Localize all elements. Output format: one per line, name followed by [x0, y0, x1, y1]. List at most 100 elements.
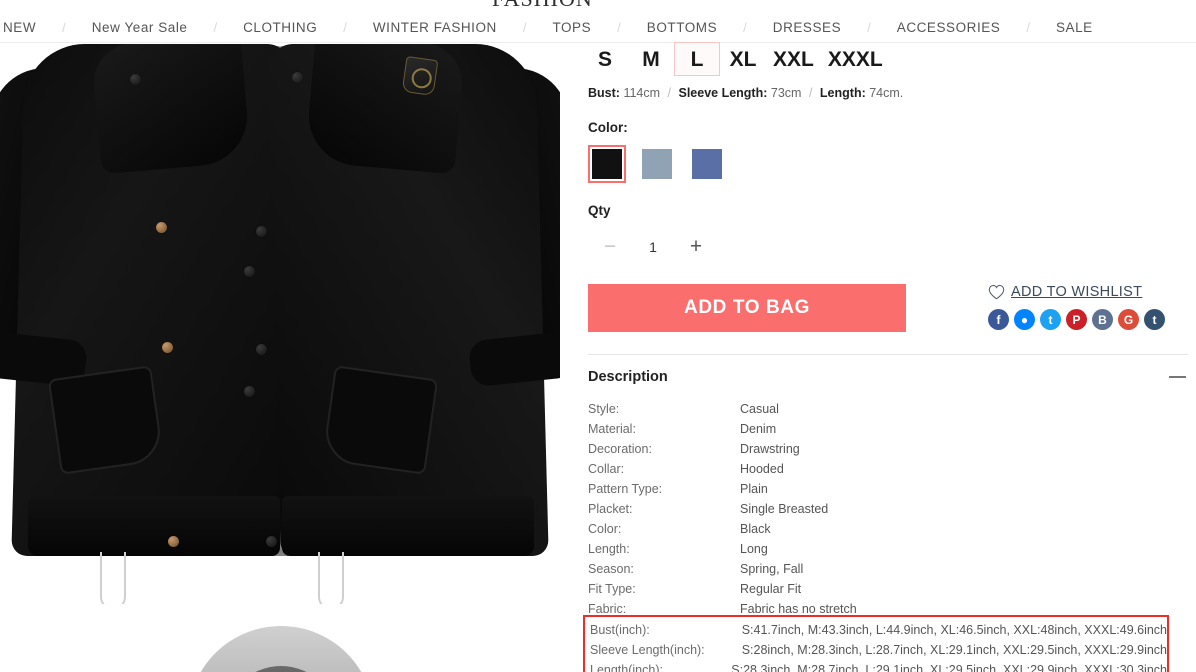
measurement-key: Bust(inch): — [590, 623, 650, 637]
size-measurements-summary: Bust: 114cm / Sleeve Length: 73cm / Leng… — [580, 86, 1196, 100]
nav-item-accessories[interactable]: ACCESSORIES — [871, 20, 1027, 35]
googleplus-icon[interactable]: G — [1118, 309, 1139, 330]
spec-value: Spring, Fall — [740, 562, 804, 576]
description-header[interactable]: Description — [580, 355, 1196, 385]
product-info: S M L XL XXL XXXL Bust: 114cm / Sleeve Length… — [580, 42, 1196, 672]
facebook-icon[interactable]: f — [988, 309, 1009, 330]
messenger-icon[interactable]: ● — [1014, 309, 1035, 330]
spec-key: Color: — [588, 522, 622, 536]
spec-key: Length: — [588, 542, 630, 556]
measurement-key: Length(inch): — [590, 663, 663, 672]
sleeve-label: Sleeve Length: — [678, 86, 768, 100]
spec-key: Material: — [588, 422, 636, 436]
spec-row: Length: Long — [588, 539, 1196, 559]
pinterest-icon[interactable]: P — [1066, 309, 1087, 330]
measurement-key: Sleeve Length(inch): — [590, 643, 705, 657]
sleeve-value: 73cm — [770, 86, 802, 100]
spec-key: Collar: — [588, 462, 625, 476]
share-column: ADD TO WISHLIST f ● t P B Gt — [988, 284, 1165, 330]
spec-key: Fit Type: — [588, 582, 636, 596]
color-swatch-black[interactable] — [588, 145, 626, 183]
measurement-value: S:41.7inch, M:43.3inch, L:44.9inch, XL:4… — [741, 623, 1167, 637]
tumblr-icon[interactable]: t — [1144, 309, 1165, 330]
spec-row: Color: Black — [588, 519, 1196, 539]
nav-item-ily-new[interactable]: ILY NEW — [0, 20, 62, 35]
size-option-xl[interactable]: XL — [720, 42, 766, 76]
spec-key: Decoration: — [588, 442, 652, 456]
spec-value: Regular Fit — [740, 582, 802, 596]
collapse-minus-icon[interactable] — [1169, 376, 1186, 378]
size-option-l[interactable]: L — [674, 42, 720, 76]
spec-row: Collar: Hooded — [588, 459, 1196, 479]
spec-value: Plain — [740, 482, 768, 496]
spec-value: Drawstring — [740, 442, 800, 456]
size-selector[interactable]: S M L XL XXL XXXL — [580, 42, 1196, 76]
qty-input[interactable]: 1 — [632, 239, 674, 255]
nav-item-sale[interactable]: SALE — [1030, 20, 1119, 35]
spec-value: Hooded — [740, 462, 784, 476]
product-page: FASHION ILY NEW/New Year Sale/CLOTHING/W… — [0, 0, 1196, 672]
size-option-xxxl[interactable]: XXXL — [821, 42, 890, 76]
color-swatch-list[interactable] — [580, 145, 1196, 183]
social-share-row[interactable]: f ● t P B Gt — [988, 309, 1165, 330]
color-label: Color: — [588, 120, 628, 135]
description-title: Description — [588, 369, 668, 385]
nav-item-new-year-sale[interactable]: New Year Sale — [66, 20, 214, 35]
spec-value: Long — [740, 542, 768, 556]
measurement-row: Sleeve Length(inch): S:28inch, M:28.3inch… — [590, 640, 1167, 660]
vk-icon[interactable]: B — [1092, 309, 1113, 330]
quantity-stepper[interactable]: − 1 + — [580, 230, 1196, 264]
spec-row: Fit Type: Regular Fit — [588, 579, 1196, 599]
main-navigation: ILY NEW/New Year Sale/CLOTHING/WINTER FA… — [0, 12, 1196, 43]
product-image-secondary[interactable] — [0, 604, 560, 672]
nav-list: ILY NEW/New Year Sale/CLOTHING/WINTER FA… — [0, 20, 1119, 35]
site-logo-strip: FASHION — [0, 0, 1196, 12]
spec-value: Denim — [740, 422, 777, 436]
bust-value: 114cm — [623, 86, 661, 100]
product-image-primary[interactable] — [0, 44, 560, 610]
color-swatch-light-blue[interactable] — [638, 145, 676, 183]
spec-row: Season: Spring, Fall — [588, 559, 1196, 579]
length-value: 74cm. — [869, 86, 904, 100]
spec-row: Pattern Type: Plain — [588, 479, 1196, 499]
size-option-s[interactable]: S — [582, 42, 628, 76]
meta-separator-2: / — [808, 86, 813, 100]
spec-row: Style: Casual — [588, 399, 1196, 419]
measurement-value: S:28inch, M:28.3inch, L:28.7inch, XL:29.… — [741, 643, 1167, 657]
spec-key: Pattern Type: — [588, 482, 663, 496]
spec-row: Placket: Single Breasted — [588, 499, 1196, 519]
size-option-xxl[interactable]: XXL — [766, 42, 821, 76]
spec-row: Material: Denim — [588, 419, 1196, 439]
color-chip — [642, 149, 672, 179]
add-to-wishlist-button[interactable]: ADD TO WISHLIST — [988, 284, 1165, 300]
qty-decrease-button[interactable]: − — [588, 230, 632, 264]
bust-label: Bust: — [588, 86, 620, 100]
spec-value: Casual — [740, 402, 779, 416]
site-logo[interactable]: FASHION — [492, 0, 593, 12]
nav-item-bottoms[interactable]: BOTTOMS — [621, 20, 743, 35]
spec-key: Placket: — [588, 502, 633, 516]
twitter-icon[interactable]: t — [1040, 309, 1061, 330]
color-chip — [592, 149, 622, 179]
purchase-actions: ADD TO BAG ADD TO WISHLIST f ● t P B Gt — [580, 284, 1196, 332]
nav-item-dresses[interactable]: DRESSES — [747, 20, 867, 35]
spec-key: Season: — [588, 562, 634, 576]
length-label: Length: — [819, 86, 866, 100]
nav-item-winter-fashion[interactable]: WINTER FASHION — [347, 20, 523, 35]
measurement-list: Bust(inch): S:41.7inch, M:43.3inch, L:44.… — [590, 620, 1167, 672]
qty-increase-button[interactable]: + — [674, 230, 718, 264]
color-chip — [692, 149, 722, 179]
nav-item-tops[interactable]: TOPS — [526, 20, 617, 35]
color-swatch-blue[interactable] — [688, 145, 726, 183]
measurement-row: Bust(inch): S:41.7inch, M:43.3inch, L:44.… — [590, 620, 1167, 640]
qty-label: Qty — [588, 203, 611, 218]
size-option-m[interactable]: M — [628, 42, 674, 76]
spec-row: Decoration: Drawstring — [588, 439, 1196, 459]
spec-value: Single Breasted — [740, 502, 829, 516]
measurement-row: Length(inch): S:28.3inch, M:28.7inch, L:2… — [590, 660, 1167, 672]
add-to-bag-button[interactable]: ADD TO BAG — [588, 284, 906, 332]
meta-separator-1: / — [667, 86, 671, 100]
nav-item-clothing[interactable]: CLOTHING — [217, 20, 343, 35]
spec-key: Style: — [588, 402, 620, 416]
product-gallery[interactable] — [0, 44, 560, 672]
